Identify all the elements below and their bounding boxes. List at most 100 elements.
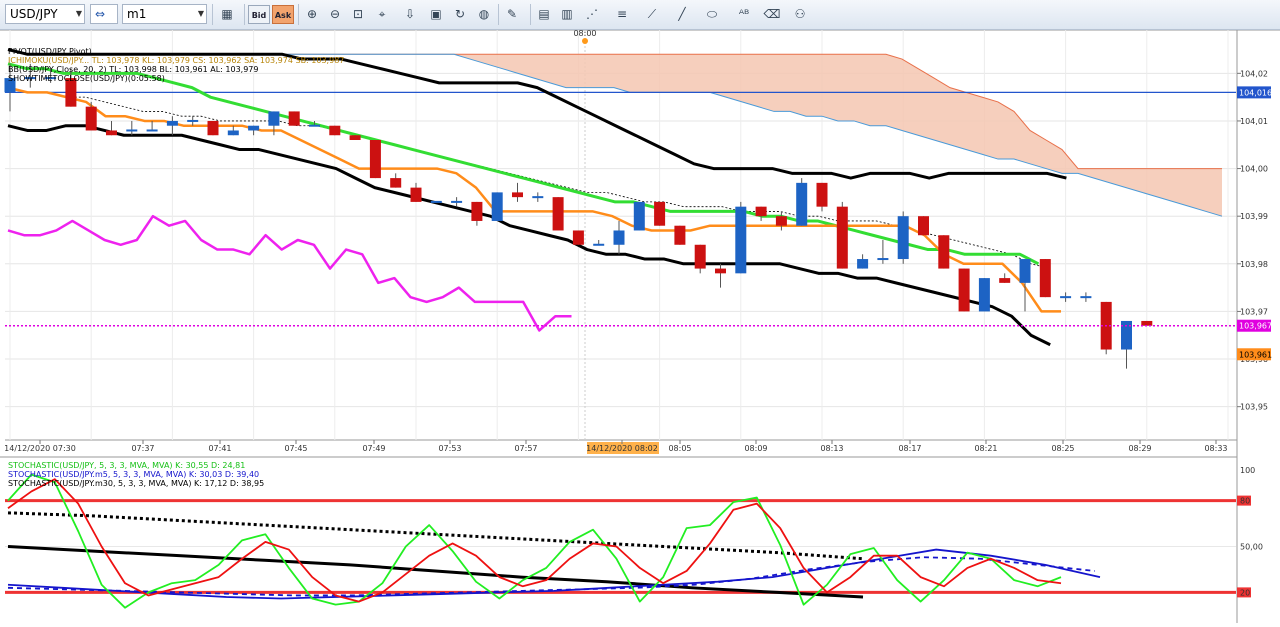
candle-down (999, 278, 1011, 283)
properties-icon[interactable]: ▤ (534, 5, 554, 24)
time-axis-label: 08:21 (974, 444, 997, 453)
price-axis-label: 104,01 (1240, 117, 1268, 126)
trend-icon[interactable]: ⟋ (642, 5, 662, 24)
candle-down (471, 201, 483, 221)
zoom-out-icon[interactable]: ⊖ (325, 5, 345, 24)
draw-icon[interactable]: ⋰ (582, 5, 602, 24)
time-axis-label: 08:25 (1051, 444, 1074, 453)
price-axis-label: 103,95 (1240, 403, 1268, 412)
candle-up (897, 216, 909, 260)
candle-down (106, 130, 117, 136)
candle-down (349, 135, 361, 140)
text-icon[interactable]: ᴬᴮ (734, 5, 754, 24)
time-axis-label: 08:17 (898, 444, 921, 453)
globe-icon[interactable]: ◍ (474, 5, 494, 24)
candle-up (309, 124, 320, 127)
candle-down (674, 225, 686, 245)
candle-up (248, 125, 260, 131)
time-axis-label: 07:41 (208, 444, 231, 453)
candle-down (918, 216, 929, 236)
time-marker-icon (582, 38, 588, 44)
export-icon[interactable]: ⇩ (400, 5, 420, 24)
candle-up (146, 129, 158, 132)
candle-up (166, 120, 178, 126)
time-axis-label: 07:49 (362, 444, 385, 453)
zoom-in-icon[interactable]: ⊕ (302, 5, 322, 24)
candle-up (126, 129, 138, 132)
candle-down (755, 206, 767, 217)
price-axis-label: 104,00 (1240, 165, 1268, 174)
time-axis-label: 08:09 (744, 444, 767, 453)
time-axis-label: 14/12/2020 08:02 (586, 444, 658, 453)
candle-down (390, 178, 402, 188)
price-tag-label: 103,961 (1239, 350, 1272, 359)
candle-down (85, 106, 97, 131)
candle-up (1080, 296, 1092, 299)
pencil-icon[interactable]: ✎ (502, 5, 522, 24)
candle-up (877, 258, 889, 261)
toolbar-separator (498, 4, 499, 25)
candle-up (491, 192, 503, 221)
toolbar-separator (530, 4, 531, 25)
candle-up (735, 206, 747, 274)
toolbar-separator (298, 4, 299, 25)
shapes-icon[interactable]: ⬭ (702, 5, 722, 24)
candle-down (1039, 259, 1051, 298)
timeframe-select[interactable]: m1 ▼ (122, 4, 207, 24)
candle-down (410, 187, 422, 202)
candle-up (430, 200, 442, 203)
chart-type-icon[interactable]: ▦ (217, 5, 237, 24)
stochastic-legend: STOCHASTIC(USD/JPY.m30, 5, 3, 3, MVA, MV… (8, 479, 264, 488)
candle-up (451, 200, 463, 203)
candle-down (288, 111, 300, 126)
eraser-icon[interactable]: ⌫ (762, 5, 782, 24)
time-axis-label: 08:13 (820, 444, 843, 453)
candle-down (775, 216, 787, 226)
candle-down (512, 192, 523, 198)
stochastic-legend: STOCHASTIC(USD/JPY, 5, 3, 3, MVA, MVA) K… (8, 461, 245, 470)
price-axis-label: 103,99 (1240, 212, 1268, 221)
fit-icon[interactable]: ⊡ (348, 5, 368, 24)
candle-down (654, 201, 666, 226)
line-tool-icon[interactable]: ╱ (672, 5, 692, 24)
chart-style-select[interactable]: ⇔ (90, 4, 118, 24)
symbol-value: USD/JPY (10, 7, 58, 21)
tree-icon[interactable]: ⚇ (790, 5, 810, 24)
time-axis-label: 08:33 (1204, 444, 1227, 453)
link-icon: ⇔ (95, 7, 106, 21)
candle-down (572, 230, 584, 245)
timeframe-value: m1 (127, 7, 147, 21)
time-axis-label: 14/12/2020 07:30 (4, 444, 76, 453)
indicators-icon[interactable]: ▥ (557, 5, 577, 24)
candle-down (958, 268, 970, 312)
bid-button[interactable]: Bid (248, 5, 270, 24)
candle-up (1060, 296, 1072, 299)
price-axis-label: 104,02 (1240, 69, 1268, 78)
candle-down (816, 182, 828, 207)
price-axis-label: 103,98 (1240, 260, 1268, 269)
symbol-select[interactable]: USD/JPY ▼ (5, 4, 85, 24)
price-tag-label: 103,967 (1239, 322, 1272, 331)
top-time-label: 08:00 (573, 30, 596, 38)
stochastic-legend: STOCHASTIC(USD/JPY.m5, 5, 3, 3, MVA, MVA… (8, 470, 259, 479)
candle-up (613, 230, 625, 245)
candle-up (633, 201, 645, 231)
template-icon[interactable]: ▣ (426, 5, 446, 24)
chevron-down-icon: ▼ (197, 9, 204, 18)
toolbar-separator (212, 4, 213, 25)
chart-area[interactable]: 104,02 104,01 104,00 103,99 103,98 103,97 103,… (0, 29, 1280, 623)
crosshair-icon[interactable]: ⌖ (372, 5, 392, 24)
lines-icon[interactable]: ≡ (612, 5, 632, 24)
stochastic-axis-label: 80 (1240, 497, 1250, 506)
main-price-chart[interactable]: 104,02 104,01 104,00 103,99 103,98 103,97 103,… (0, 29, 1280, 623)
candle-down (715, 268, 726, 274)
candle-down (369, 140, 381, 179)
candle-down (207, 120, 219, 136)
refresh-icon[interactable]: ↻ (450, 5, 470, 24)
candle-down (938, 235, 950, 269)
price-tag-label: 104,016 (1239, 88, 1272, 97)
time-axis-label: 08:29 (1128, 444, 1151, 453)
candle-up (268, 111, 280, 126)
indicator-legend: ICHIMOKU(USD/JPY... TL: 103,978 KL: 103,… (8, 56, 344, 65)
ask-button[interactable]: Ask (272, 5, 294, 24)
